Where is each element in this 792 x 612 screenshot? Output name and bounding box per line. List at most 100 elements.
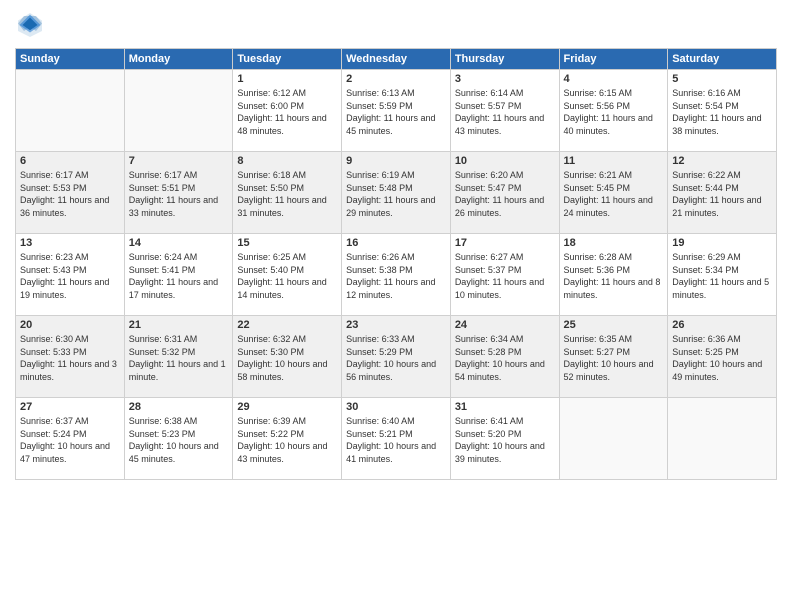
calendar-cell: 18Sunrise: 6:28 AMSunset: 5:36 PMDayligh… — [559, 234, 668, 316]
calendar-cell: 10 Sunrise: 6:20 AMSunset: 5:47 PMDayligh… — [450, 152, 559, 234]
cell-content: Sunset: 5:21 PM — [346, 428, 446, 441]
cell-content: Sunrise: 6:15 AM — [564, 87, 664, 100]
cell-content: Sunset: 5:50 PM — [237, 182, 337, 195]
cell-content: Daylight: 11 hours and 29 minutes. — [346, 194, 446, 219]
day-number: 15 — [237, 237, 337, 249]
cell-content: Sunset: 5:48 PM — [346, 182, 446, 195]
cell-content: Sunrise: 6:17 AM — [129, 169, 229, 182]
cell-content: Sunrise: 6:14 AM — [455, 87, 555, 100]
cell-content: Sunrise: 6:27 AM — [455, 251, 555, 264]
day-number: 1 — [237, 73, 337, 85]
day-number: 14 — [129, 237, 229, 249]
cell-content: Sunrise: 6:18 AM — [237, 169, 337, 182]
cell-content: Sunrise: 6:26 AM — [346, 251, 446, 264]
cell-content: Sunset: 5:33 PM — [20, 346, 120, 359]
day-number: 7 — [129, 155, 229, 167]
cell-content: Daylight: 11 hours and 43 minutes. — [455, 112, 555, 137]
cell-content: Sunset: 5:59 PM — [346, 100, 446, 113]
day-number: 12 — [672, 155, 772, 167]
cell-content: Daylight: 11 hours and 19 minutes. — [20, 276, 120, 301]
calendar-cell: 20Sunrise: 6:30 AMSunset: 5:33 PMDayligh… — [16, 316, 125, 398]
cell-content: Sunset: 5:22 PM — [237, 428, 337, 441]
day-number: 22 — [237, 319, 337, 331]
page: SundayMondayTuesdayWednesdayThursdayFrid… — [0, 0, 792, 612]
calendar-cell — [16, 70, 125, 152]
calendar-cell — [559, 398, 668, 480]
cell-content: Daylight: 11 hours and 31 minutes. — [237, 194, 337, 219]
cell-content: Daylight: 11 hours and 38 minutes. — [672, 112, 772, 137]
cell-content: Daylight: 11 hours and 24 minutes. — [564, 194, 664, 219]
calendar-header-tuesday: Tuesday — [233, 49, 342, 70]
cell-content: Sunset: 5:30 PM — [237, 346, 337, 359]
day-number: 8 — [237, 155, 337, 167]
calendar-cell: 14Sunrise: 6:24 AMSunset: 5:41 PMDayligh… — [124, 234, 233, 316]
day-number: 23 — [346, 319, 446, 331]
calendar-cell: 6Sunrise: 6:17 AMSunset: 5:53 PMDaylight… — [16, 152, 125, 234]
cell-content: Sunset: 5:28 PM — [455, 346, 555, 359]
cell-content: Sunrise: 6:35 AM — [564, 333, 664, 346]
cell-content: Daylight: 11 hours and 10 minutes. — [455, 276, 555, 301]
calendar-cell: 21Sunrise: 6:31 AMSunset: 5:32 PMDayligh… — [124, 316, 233, 398]
cell-content: Sunrise: 6:23 AM — [20, 251, 120, 264]
calendar-cell: 25Sunrise: 6:35 AMSunset: 5:27 PMDayligh… — [559, 316, 668, 398]
cell-content: Daylight: 11 hours and 5 minutes. — [672, 276, 772, 301]
header — [15, 10, 777, 40]
day-number: 20 — [20, 319, 120, 331]
cell-content: Daylight: 11 hours and 26 minutes. — [455, 194, 555, 219]
day-number: 27 — [20, 401, 120, 413]
cell-content: Sunrise: 6:40 AM — [346, 415, 446, 428]
cell-content: Sunrise: 6:20 AM — [455, 169, 555, 182]
day-number: 5 — [672, 73, 772, 85]
calendar-cell: 2Sunrise: 6:13 AMSunset: 5:59 PMDaylight… — [342, 70, 451, 152]
cell-content: Sunset: 5:37 PM — [455, 264, 555, 277]
cell-content: Sunset: 5:57 PM — [455, 100, 555, 113]
cell-content: Daylight: 10 hours and 54 minutes. — [455, 358, 555, 383]
cell-content: Daylight: 10 hours and 43 minutes. — [237, 440, 337, 465]
calendar-cell: 3Sunrise: 6:14 AMSunset: 5:57 PMDaylight… — [450, 70, 559, 152]
cell-content: Daylight: 11 hours and 17 minutes. — [129, 276, 229, 301]
cell-content: Sunset: 5:41 PM — [129, 264, 229, 277]
calendar-header-monday: Monday — [124, 49, 233, 70]
calendar-week-row: 13Sunrise: 6:23 AMSunset: 5:43 PMDayligh… — [16, 234, 777, 316]
cell-content: Daylight: 11 hours and 1 minute. — [129, 358, 229, 383]
calendar-cell: 26Sunrise: 6:36 AMSunset: 5:25 PMDayligh… — [668, 316, 777, 398]
cell-content: Sunrise: 6:32 AM — [237, 333, 337, 346]
calendar-cell: 13Sunrise: 6:23 AMSunset: 5:43 PMDayligh… — [16, 234, 125, 316]
cell-content: Sunrise: 6:28 AM — [564, 251, 664, 264]
cell-content: Sunset: 5:44 PM — [672, 182, 772, 195]
cell-content: Daylight: 11 hours and 12 minutes. — [346, 276, 446, 301]
cell-content: Sunset: 5:27 PM — [564, 346, 664, 359]
day-number: 4 — [564, 73, 664, 85]
cell-content: Sunrise: 6:25 AM — [237, 251, 337, 264]
calendar-cell: 24Sunrise: 6:34 AMSunset: 5:28 PMDayligh… — [450, 316, 559, 398]
cell-content: Sunrise: 6:17 AM — [20, 169, 120, 182]
cell-content: Sunrise: 6:16 AM — [672, 87, 772, 100]
cell-content: Sunrise: 6:21 AM — [564, 169, 664, 182]
cell-content: Sunset: 5:24 PM — [20, 428, 120, 441]
calendar-cell: 7Sunrise: 6:17 AMSunset: 5:51 PMDaylight… — [124, 152, 233, 234]
calendar-header-saturday: Saturday — [668, 49, 777, 70]
calendar-cell: 12 Sunrise: 6:22 AMSunset: 5:44 PMDayligh… — [668, 152, 777, 234]
logo-icon — [15, 10, 45, 40]
calendar-header-sunday: Sunday — [16, 49, 125, 70]
calendar-cell: 16Sunrise: 6:26 AMSunset: 5:38 PMDayligh… — [342, 234, 451, 316]
cell-content: Daylight: 10 hours and 49 minutes. — [672, 358, 772, 383]
day-number: 26 — [672, 319, 772, 331]
logo — [15, 10, 49, 40]
calendar-header-row: SundayMondayTuesdayWednesdayThursdayFrid… — [16, 49, 777, 70]
day-number: 10 — [455, 155, 555, 167]
cell-content: Daylight: 11 hours and 48 minutes. — [237, 112, 337, 137]
cell-content: Daylight: 10 hours and 45 minutes. — [129, 440, 229, 465]
cell-content: Sunset: 5:47 PM — [455, 182, 555, 195]
day-number: 13 — [20, 237, 120, 249]
calendar-cell: 23Sunrise: 6:33 AMSunset: 5:29 PMDayligh… — [342, 316, 451, 398]
cell-content: Sunrise: 6:22 AM — [672, 169, 772, 182]
cell-content: Daylight: 11 hours and 14 minutes. — [237, 276, 337, 301]
calendar-cell: 29Sunrise: 6:39 AMSunset: 5:22 PMDayligh… — [233, 398, 342, 480]
cell-content: Daylight: 11 hours and 21 minutes. — [672, 194, 772, 219]
cell-content: Sunrise: 6:31 AM — [129, 333, 229, 346]
calendar-cell: 22 Sunrise: 6:32 AMSunset: 5:30 PMDayligh… — [233, 316, 342, 398]
cell-content: Sunset: 5:36 PM — [564, 264, 664, 277]
cell-content: Daylight: 10 hours and 58 minutes. — [237, 358, 337, 383]
cell-content: Sunrise: 6:30 AM — [20, 333, 120, 346]
